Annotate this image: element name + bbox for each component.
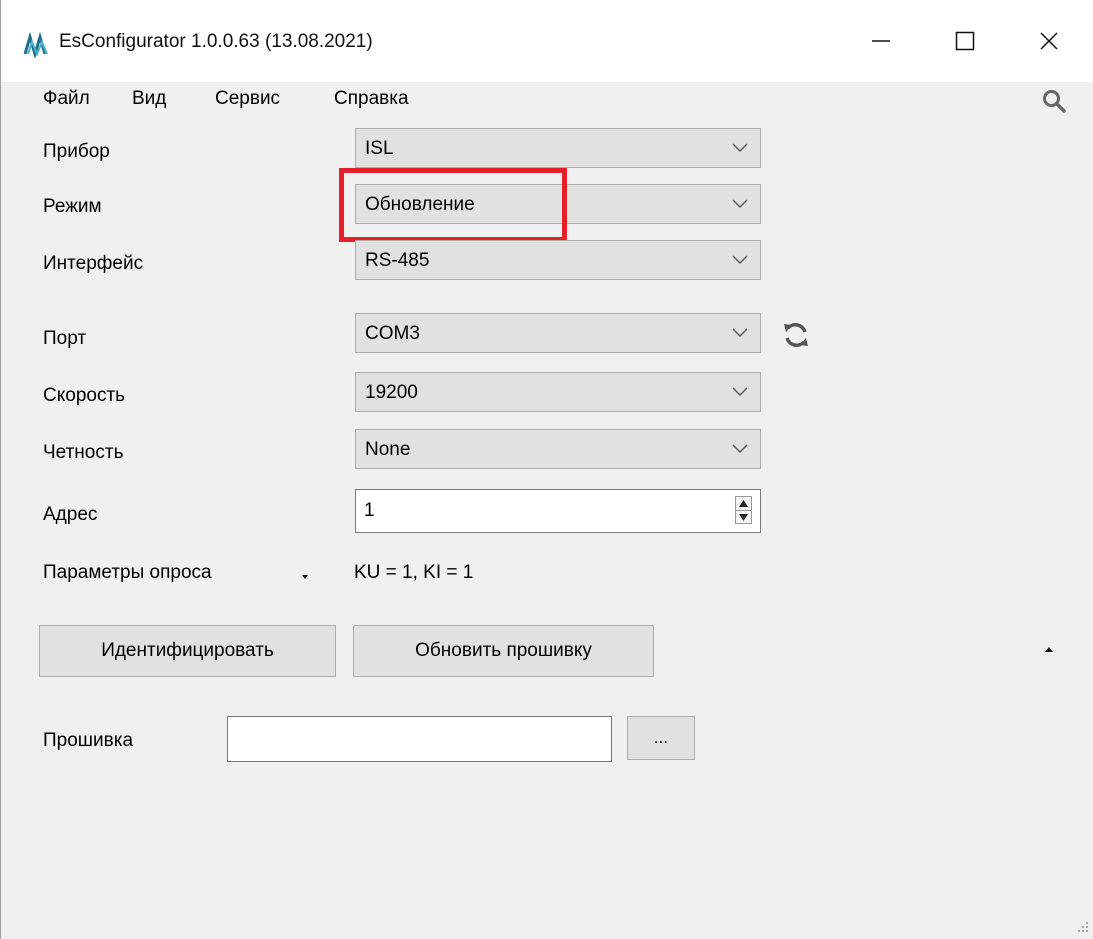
close-button[interactable] — [1005, 0, 1093, 82]
chevron-down-icon — [732, 444, 748, 453]
interface-select[interactable]: RS-485 — [355, 240, 761, 280]
port-value: COM3 — [365, 323, 420, 344]
address-value: 1 — [364, 500, 375, 521]
mode-label: Режим — [43, 196, 102, 217]
refresh-ports-icon[interactable] — [781, 320, 811, 350]
device-label: Прибор — [43, 141, 110, 162]
firmware-label: Прошивка — [43, 730, 134, 751]
minimize-button[interactable] — [837, 0, 925, 82]
chevron-down-icon — [732, 255, 748, 264]
speed-value: 19200 — [365, 382, 418, 403]
stepper-divider — [736, 510, 751, 511]
parity-select[interactable]: None — [355, 429, 761, 469]
arrow-down-icon[interactable] — [739, 514, 748, 521]
address-spinbox[interactable]: 1 — [355, 489, 761, 533]
app-logo-icon — [23, 32, 49, 58]
parity-label: Четность — [43, 442, 124, 463]
speed-label: Скорость — [43, 385, 126, 406]
firmware-path-input[interactable] — [227, 716, 612, 762]
menu-view[interactable]: Вид — [132, 88, 166, 110]
maximize-button[interactable] — [921, 0, 1009, 82]
search-icon[interactable] — [1041, 88, 1067, 114]
chevron-down-icon — [732, 143, 748, 152]
chevron-down-icon — [732, 387, 748, 396]
port-select[interactable]: COM3 — [355, 313, 761, 353]
browse-firmware-button[interactable]: ... — [627, 716, 695, 760]
menu-service[interactable]: Сервис — [215, 88, 280, 110]
menu-file[interactable]: Файл — [43, 88, 90, 110]
resize-grip-icon[interactable] — [1073, 918, 1091, 936]
parity-value: None — [365, 439, 411, 460]
title-bar: EsConfigurator 1.0.0.63 (13.08.2021) — [1, 0, 1093, 82]
interface-label: Интерфейс — [43, 253, 144, 274]
port-label: Порт — [43, 328, 87, 349]
close-icon — [1040, 32, 1058, 50]
app-window: EsConfigurator 1.0.0.63 (13.08.2021) Фай… — [0, 0, 1093, 939]
arrow-up-icon[interactable] — [739, 500, 748, 507]
poll-params-value: KU = 1, KI = 1 — [354, 562, 474, 583]
chevron-down-icon — [732, 199, 748, 208]
menu-help[interactable]: Справка — [334, 88, 409, 110]
update-firmware-button[interactable]: Обновить прошивку — [353, 625, 654, 677]
window-title: EsConfigurator 1.0.0.63 (13.08.2021) — [59, 31, 373, 52]
chevron-down-icon — [732, 328, 748, 337]
collapse-arrow-icon[interactable] — [1042, 645, 1056, 655]
minimize-icon — [872, 40, 890, 42]
speed-select[interactable]: 19200 — [355, 372, 761, 412]
identify-button[interactable]: Идентифицировать — [39, 625, 336, 677]
address-stepper[interactable] — [735, 496, 752, 524]
maximize-icon — [955, 31, 975, 51]
menu-bar: Файл Вид Сервис Справка — [1, 82, 1093, 120]
address-label: Адрес — [43, 504, 98, 525]
poll-params-label[interactable]: Параметры опроса — [43, 562, 212, 584]
interface-value: RS-485 — [365, 250, 430, 271]
device-select[interactable]: ISL — [355, 128, 761, 168]
device-value: ISL — [365, 138, 394, 159]
mode-highlight-box — [339, 168, 567, 242]
dropdown-arrow-icon[interactable] — [298, 572, 312, 582]
